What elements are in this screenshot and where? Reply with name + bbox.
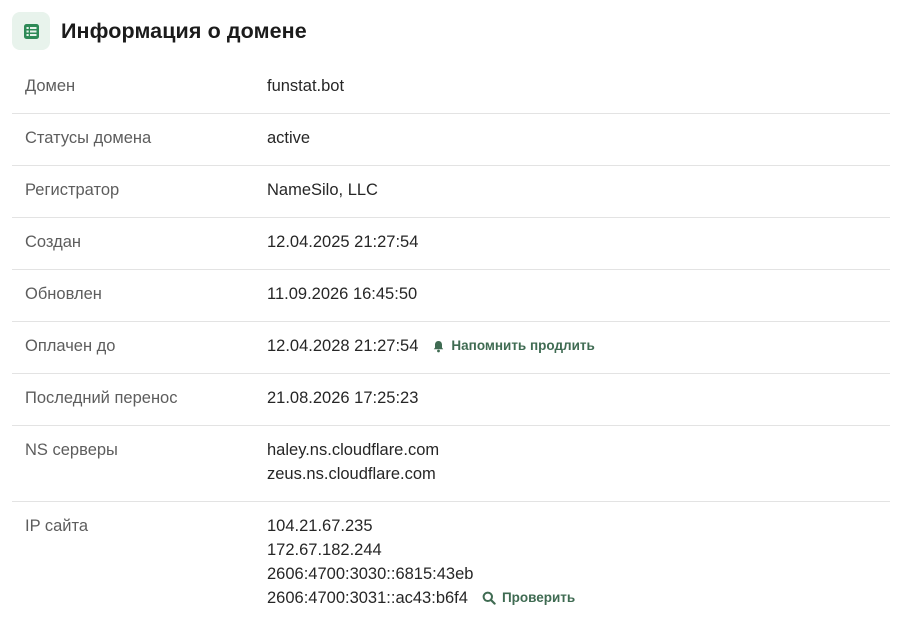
row-value: funstat.bot bbox=[267, 74, 344, 98]
row-created: Создан 12.04.2025 21:27:54 bbox=[12, 218, 890, 270]
status-value: active bbox=[267, 129, 311, 147]
bell-icon bbox=[434, 340, 444, 352]
row-statuses: Статусы домена active bbox=[12, 114, 890, 166]
page-title: Информация о домене bbox=[61, 18, 307, 43]
domain-value: funstat.bot bbox=[267, 77, 345, 95]
row-label: NS серверы bbox=[25, 441, 118, 459]
ip-value: 172.67.182.244 bbox=[267, 541, 382, 559]
row-value: NameSilo, LLC bbox=[267, 178, 378, 202]
row-label: Оплачен до bbox=[25, 337, 116, 355]
row-value: 21.08.2026 17:25:23 bbox=[267, 386, 418, 410]
paid-until-value: 12.04.2028 21:27:54 bbox=[267, 337, 419, 355]
row-domain: Домен funstat.bot bbox=[12, 62, 890, 114]
remind-renew-label: Напомнить продлить bbox=[451, 338, 595, 353]
row-value: haley.ns.cloudflare.com zeus.ns.cloudfla… bbox=[267, 438, 439, 486]
row-label: Домен bbox=[25, 77, 76, 95]
row-value: active bbox=[267, 126, 310, 150]
row-site-ip: IP сайта 104.21.67.235 172.67.182.244 26… bbox=[12, 502, 890, 625]
row-value: 104.21.67.235 172.67.182.244 2606:4700:3… bbox=[267, 514, 575, 610]
remind-renew-button[interactable]: Напомнить продлить bbox=[432, 334, 595, 358]
row-ns-servers: NS серверы haley.ns.cloudflare.com zeus.… bbox=[12, 426, 890, 502]
row-registrar: Регистратор NameSilo, LLC bbox=[12, 166, 890, 218]
last-transfer-value: 21.08.2026 17:25:23 bbox=[267, 389, 419, 407]
row-label: Обновлен bbox=[25, 285, 102, 303]
ip-value: 2606:4700:3030::6815:43eb bbox=[267, 565, 474, 583]
ns-server-value: zeus.ns.cloudflare.com bbox=[267, 465, 436, 483]
row-paid-until: Оплачен до 12.04.2028 21:27:54 Напомнить… bbox=[12, 322, 890, 374]
registrar-value: NameSilo, LLC bbox=[267, 181, 378, 199]
ns-server-value: haley.ns.cloudflare.com bbox=[267, 441, 440, 459]
table-icon bbox=[12, 12, 50, 50]
row-label: IP сайта bbox=[25, 517, 89, 535]
row-label: Статусы домена bbox=[25, 129, 152, 147]
ip-value: 104.21.67.235 bbox=[267, 517, 373, 535]
row-label: Регистратор bbox=[25, 181, 120, 199]
section-header: Информация о домене bbox=[12, 12, 307, 50]
created-value: 12.04.2025 21:27:54 bbox=[267, 233, 419, 251]
domain-info-table: Домен funstat.bot Статусы домена active … bbox=[12, 62, 890, 625]
row-label: Создан bbox=[25, 233, 82, 251]
row-value: 11.09.2026 16:45:50 bbox=[267, 282, 417, 306]
search-icon bbox=[482, 591, 496, 605]
row-label: Последний перенос bbox=[25, 389, 178, 407]
row-value: 12.04.2025 21:27:54 bbox=[267, 230, 418, 254]
row-value: 12.04.2028 21:27:54 Напомнить продлить bbox=[267, 334, 595, 358]
updated-value: 11.09.2026 16:45:50 bbox=[267, 285, 418, 303]
row-last-transfer: Последний перенос 21.08.2026 17:25:23 bbox=[12, 374, 890, 426]
row-updated: Обновлен 11.09.2026 16:45:50 bbox=[12, 270, 890, 322]
